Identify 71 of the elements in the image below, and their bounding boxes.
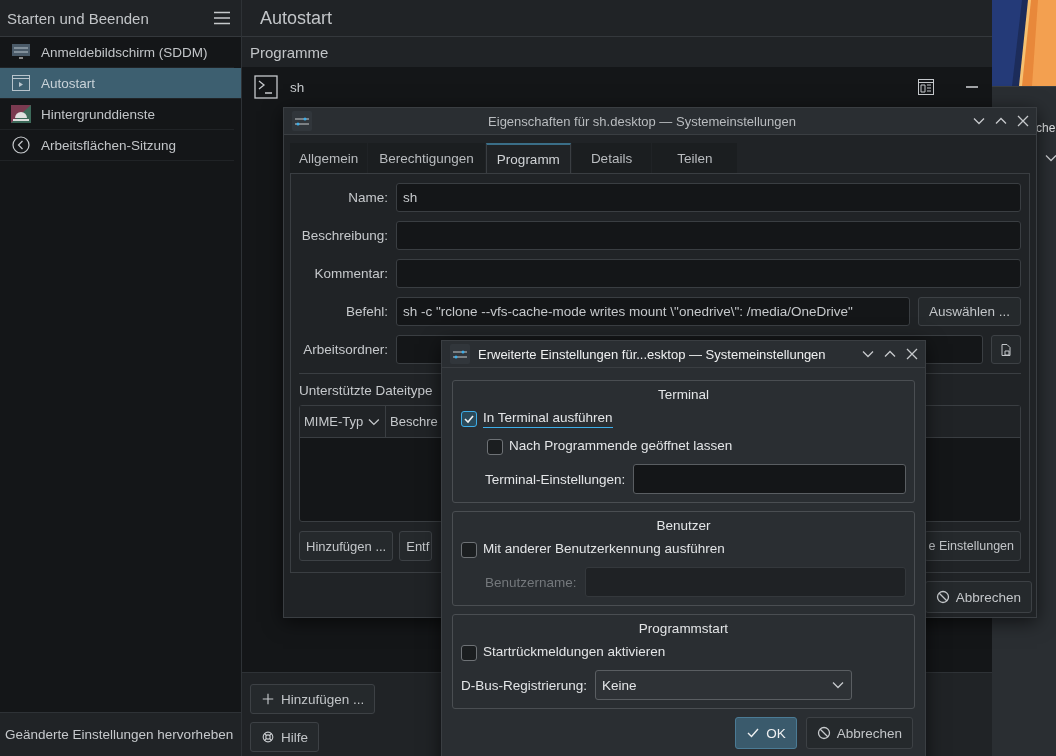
- close-icon[interactable]: [905, 347, 919, 361]
- checkbox[interactable]: [461, 411, 477, 427]
- checkbox[interactable]: [461, 645, 477, 661]
- browse-button[interactable]: Auswählen ...: [917, 297, 1021, 326]
- tab[interactable]: Allgemein: [290, 143, 368, 173]
- window-text: che: [1036, 121, 1056, 135]
- field-label: Arbeitsordner:: [302, 342, 388, 357]
- field-label: Benutzername:: [485, 574, 577, 590]
- action-button[interactable]: Hilfe: [250, 722, 319, 752]
- folder-button[interactable]: [991, 335, 1021, 364]
- sidebar-item[interactable]: Hintergrunddienste: [0, 99, 234, 130]
- service-bell-icon: [11, 104, 31, 124]
- checkbox[interactable]: [487, 439, 503, 455]
- close-icon[interactable]: [1016, 114, 1030, 128]
- column-header[interactable]: Beschre: [386, 406, 440, 437]
- monitor-icon: [11, 42, 31, 62]
- dropdown[interactable]: Keine: [595, 670, 853, 700]
- checkbox-label[interactable]: Mit anderer Benutzerkennung ausführen: [483, 541, 725, 559]
- sidebar-title: Starten und Beenden: [7, 9, 149, 27]
- input-field[interactable]: sh: [396, 183, 1021, 212]
- section-label: Unterstützte Dateitype: [299, 383, 433, 398]
- group-title: Terminal: [658, 387, 709, 402]
- checkbox-label[interactable]: In Terminal ausführen: [483, 410, 613, 428]
- checkbox-label[interactable]: Nach Programmende geöffnet lassen: [509, 438, 733, 456]
- window-title: Erweiterte Einstellungen für...esktop — Systemeinstellungen: [478, 346, 827, 362]
- field-label: Befehl:: [344, 304, 388, 319]
- terminal-icon: [254, 75, 278, 99]
- group-title: Benutzer: [656, 518, 711, 533]
- play-window-icon: [11, 73, 31, 93]
- field-label: D-Bus-Registrierung:: [461, 677, 588, 693]
- document-icon: [999, 342, 1013, 357]
- back-circle-icon: [11, 135, 31, 155]
- tab[interactable]: Teilen: [652, 143, 738, 173]
- checkbox[interactable]: [461, 542, 477, 558]
- sidebar-item[interactable]: Autostart: [0, 68, 241, 99]
- field-label: Kommentar:: [313, 266, 388, 281]
- window-title: Eigenschaften für sh.desktop — Systemeinstellungen: [487, 113, 797, 129]
- cancel-icon: [935, 590, 950, 604]
- sliders-icon: [292, 111, 312, 131]
- field-label: Beschreibung:: [300, 228, 388, 243]
- cancel-button[interactable]: Abbrechen: [805, 717, 913, 749]
- tab[interactable]: Programm: [485, 143, 571, 173]
- input-field[interactable]: [396, 259, 1021, 288]
- ok-button[interactable]: OK: [735, 717, 797, 749]
- tab[interactable]: Details: [571, 143, 652, 173]
- input-field[interactable]: sh -c "rclone --vfs-cache-mode writes mount \"onedrive\": /media/OneDrive": [396, 297, 910, 326]
- column-header[interactable]: MIME-Typ: [300, 406, 386, 437]
- help-ring-icon: [261, 730, 275, 744]
- input-field[interactable]: [396, 221, 1021, 250]
- action-button[interactable]: Hinzufügen ...: [250, 684, 376, 714]
- plus-icon: [261, 692, 275, 706]
- add-button[interactable]: Hinzufügen ...: [299, 531, 394, 561]
- tab[interactable]: Berechtigungen: [368, 143, 485, 173]
- cancel-icon: [816, 726, 831, 740]
- program-name: sh: [290, 79, 306, 95]
- remove-button[interactable]: Entf: [399, 531, 433, 561]
- group-title: Programmstart: [638, 621, 729, 636]
- sliders-icon: [450, 344, 470, 364]
- cancel-button[interactable]: Abbrechen: [924, 581, 1032, 613]
- menu-icon[interactable]: [213, 11, 231, 25]
- highlight-changes-toggle[interactable]: Geänderte Einstellungen hervorheben: [0, 712, 241, 756]
- sidebar-item[interactable]: Arbeitsflächen-Sitzung: [0, 130, 234, 161]
- settings-button[interactable]: e Einstellungen: [923, 531, 1021, 561]
- field-label: Terminal-Einstellungen:: [485, 471, 626, 487]
- checkmark-icon: [746, 726, 761, 740]
- input-field[interactable]: [633, 464, 906, 494]
- properties-icon[interactable]: [918, 79, 934, 95]
- field-label: Name:: [347, 190, 388, 205]
- checkbox-label[interactable]: Startrückmeldungen aktivieren: [483, 644, 666, 662]
- section-title: Programme: [249, 42, 330, 63]
- page-title: Autostart: [242, 0, 992, 37]
